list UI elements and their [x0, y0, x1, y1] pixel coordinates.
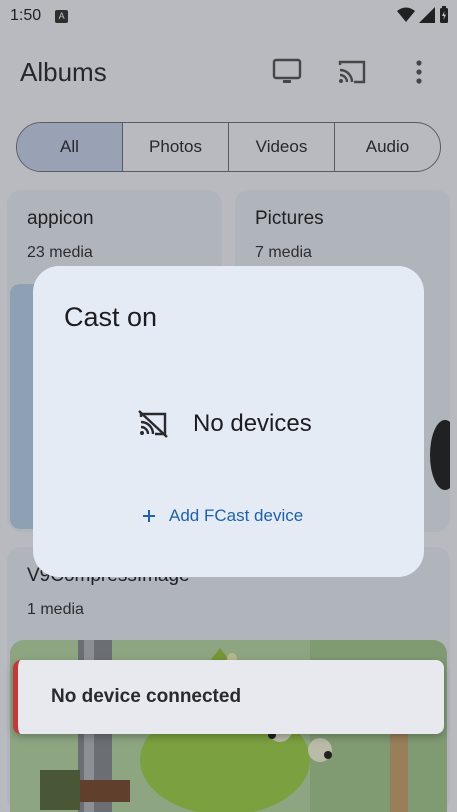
no-device-snackbar: No device connected — [13, 660, 444, 734]
dialog-title: Cast on — [64, 302, 158, 332]
add-fcast-device-label: Add FCast device — [169, 506, 304, 525]
cast-off-icon — [138, 410, 168, 438]
snackbar-message: No device connected — [51, 686, 242, 707]
add-fcast-device-button[interactable]: Add FCast device — [141, 506, 303, 526]
no-devices-row: No devices — [137, 410, 312, 438]
plus-icon — [143, 510, 155, 522]
cast-dialog: Cast on No devices Add FCast device — [33, 266, 424, 577]
no-devices-text: No devices — [193, 410, 312, 437]
